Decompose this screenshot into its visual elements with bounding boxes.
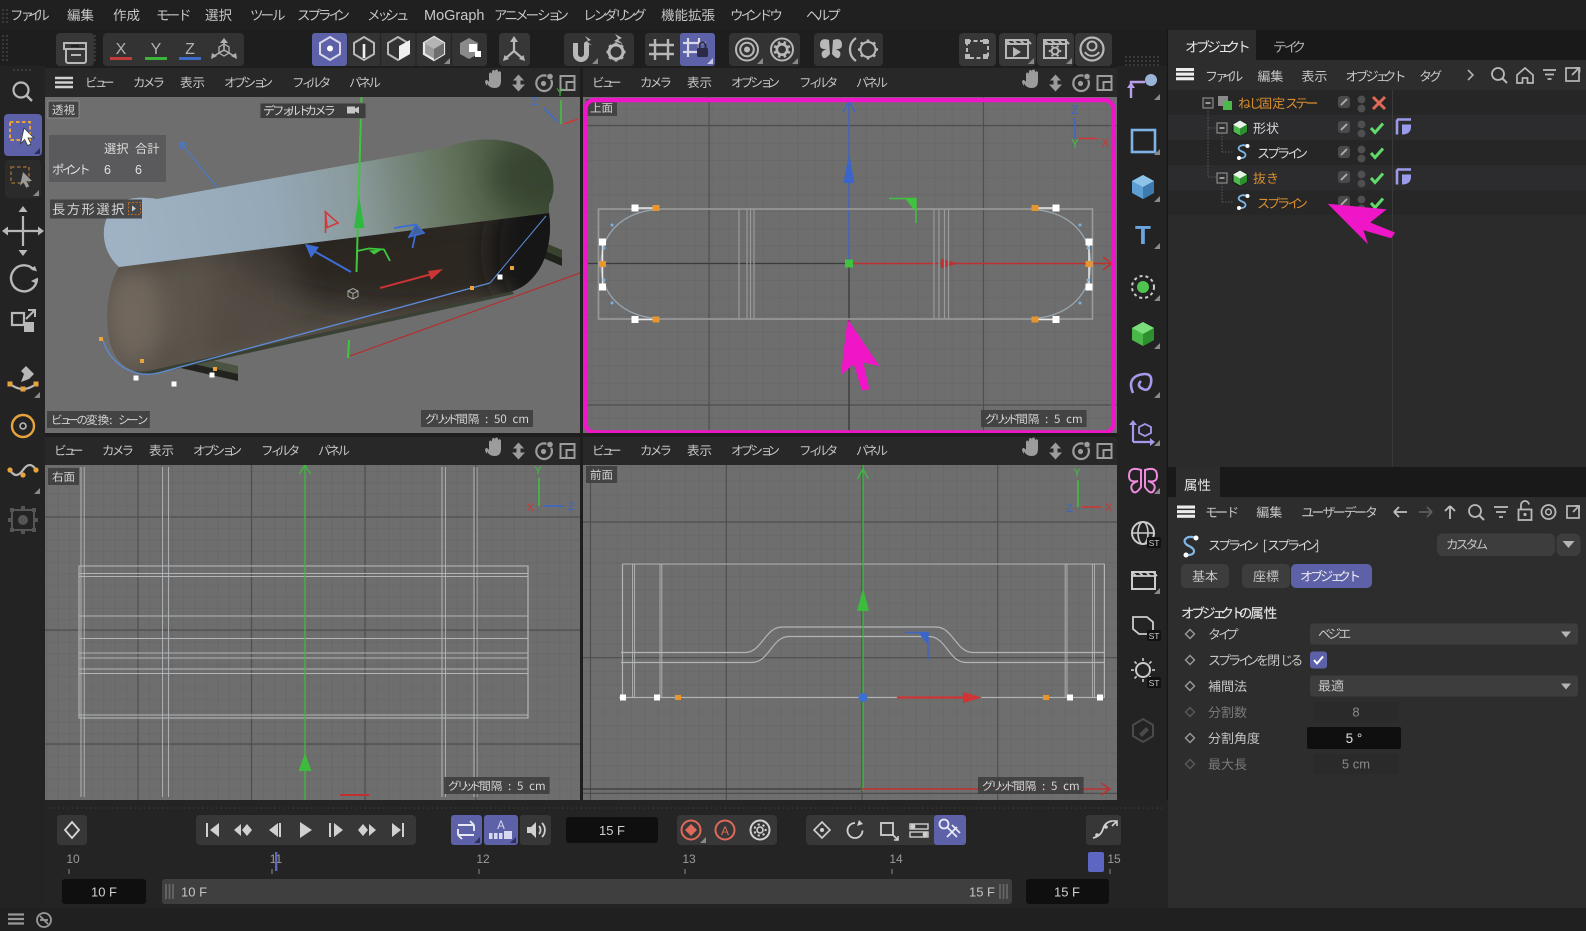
svg-text:8: 8 (1352, 705, 1359, 720)
svg-text:Y: Y (151, 41, 162, 58)
svg-text:15 F: 15 F (599, 823, 625, 838)
svg-text:X: X (527, 502, 535, 514)
svg-text:15 F: 15 F (969, 885, 995, 900)
svg-text:12: 12 (476, 852, 490, 866)
svg-text:13: 13 (682, 852, 696, 866)
svg-text:ST: ST (1149, 678, 1160, 688)
svg-text:5 °: 5 ° (1346, 731, 1363, 746)
svg-text:Y: Y (1073, 467, 1081, 479)
svg-text:6: 6 (104, 163, 111, 177)
svg-text:Z: Z (1066, 503, 1073, 515)
svg-text:10: 10 (66, 852, 80, 866)
svg-text:T: T (1135, 220, 1151, 250)
svg-text:Z: Z (1071, 105, 1078, 117)
svg-text:15 F: 15 F (1054, 885, 1080, 900)
svg-text:X: X (1105, 502, 1113, 514)
svg-text:6: 6 (135, 163, 142, 177)
svg-text:X: X (1102, 138, 1110, 150)
svg-text:14: 14 (889, 852, 903, 866)
svg-text:10 F: 10 F (181, 885, 207, 900)
svg-text:X: X (116, 41, 127, 58)
svg-text:Z: Z (185, 41, 195, 58)
svg-text:Z: Z (531, 96, 538, 108)
svg-text:Z: Z (568, 501, 575, 513)
svg-text:5 cm: 5 cm (1342, 757, 1370, 772)
svg-text:MoGraph: MoGraph (424, 8, 484, 24)
svg-text:10 F: 10 F (91, 885, 117, 900)
svg-text:ST: ST (1149, 631, 1160, 641)
svg-text:A: A (497, 820, 505, 832)
svg-text:A: A (721, 824, 729, 838)
svg-text:ST: ST (1149, 538, 1160, 548)
svg-text:Y: Y (534, 465, 542, 477)
svg-text:15: 15 (1107, 852, 1121, 866)
svg-text:Y: Y (1071, 139, 1079, 151)
svg-text:Y: Y (556, 87, 564, 99)
